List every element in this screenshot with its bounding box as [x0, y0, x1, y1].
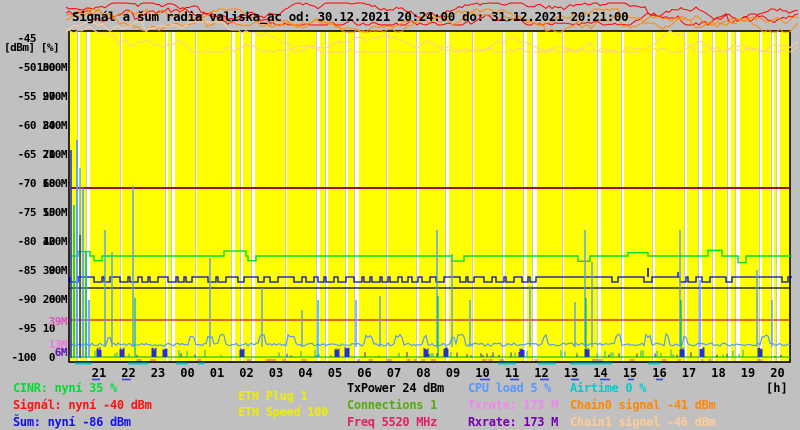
y-tick-rate: 150M — [42, 206, 68, 219]
x-tick-hour: 19 — [740, 366, 756, 380]
x-tick-hour: 14 — [593, 366, 608, 380]
x-tick-hour: 23 — [150, 366, 166, 380]
graph-page: Signál a šum radia valiska_ac od: 30.12.… — [0, 0, 800, 430]
legend-entry: CPU load 5 % — [468, 381, 552, 395]
y-tick-rate: 120M — [42, 235, 68, 248]
x-tick-hour: 12 — [534, 366, 549, 380]
y-tick-rate: 180M — [42, 177, 68, 190]
x-tick-hour: 16 — [652, 366, 667, 380]
y-tick-rate: 240M — [42, 119, 68, 132]
x-tick-hour: 09 — [445, 366, 461, 380]
x-tick-hour: 00 — [180, 366, 195, 380]
legend-entry: ETH Plug 1 — [238, 389, 308, 403]
legend-entry: Chain0 signal -41 dBm — [570, 398, 716, 412]
x-tick-hour: 02 — [239, 366, 254, 380]
legend-entry: Txrate: 173 M — [468, 398, 559, 412]
x-tick-hour: 05 — [327, 366, 343, 380]
x-tick-hour: 07 — [386, 366, 402, 380]
x-tick-hour: 01 — [209, 366, 225, 380]
x-tick-hour: 22 — [121, 366, 136, 380]
graph-title: Signál a šum radia valiska_ac od: 30.12.… — [72, 9, 629, 24]
y-tick-rate: 60M — [48, 293, 68, 306]
legend-entry: Connections 1 — [347, 398, 438, 412]
x-tick-hour: 10 — [475, 366, 490, 380]
x-tick-hour: 20 — [770, 366, 785, 380]
legend-entry: ETH Speed 100 — [238, 405, 329, 419]
x-tick-hour: 17 — [681, 366, 697, 380]
x-axis-unit-label: [h] — [766, 381, 788, 395]
x-tick-hour: 18 — [711, 366, 726, 380]
y-tick-rate: 270M — [42, 90, 68, 103]
y-rate-mark-label: 39M — [48, 315, 68, 328]
y-tick-rate: 90M — [48, 264, 68, 277]
x-tick-hour: 06 — [357, 366, 372, 380]
y-axis-units-header: [dBm] [%] — [4, 41, 60, 54]
legend-entry: Signál: nyní -40 dBm — [13, 398, 152, 412]
x-tick-hour: 04 — [298, 366, 313, 380]
x-tick-hour: 03 — [268, 366, 284, 380]
legend-entry: Šum: nyní -86 dBm — [13, 415, 131, 429]
legend-entry: Rxrate: 173 M — [468, 415, 559, 429]
x-tick-hour: 13 — [563, 366, 579, 380]
x-tick-hour: 11 — [504, 366, 520, 380]
y-rate-mark-label: 6M — [54, 346, 68, 359]
legend-entry: Airtime 0 % — [570, 381, 647, 395]
legend-entry: Freq 5520 MHz — [347, 415, 438, 429]
legend-entry: TxPower 24 dBm — [347, 381, 444, 395]
x-tick-hour: 15 — [622, 366, 638, 380]
y-tick-rate: 300M — [42, 61, 68, 74]
y-tick-rate: 210M — [42, 148, 68, 161]
x-tick-hour: 21 — [91, 366, 107, 380]
x-tick-hour: 08 — [416, 366, 431, 380]
legend-entry: Chain1 signal -46 dBm — [570, 415, 716, 429]
legend-entry: CINR: nyní 35 % — [13, 381, 117, 395]
